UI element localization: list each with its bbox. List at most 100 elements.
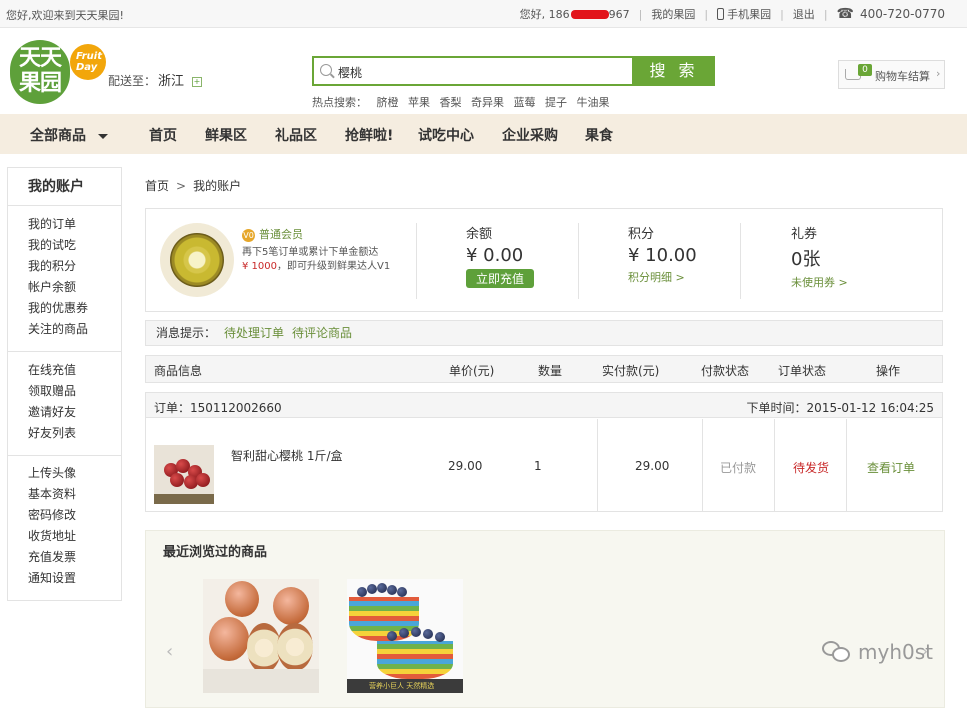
sidebar-item-recharge[interactable]: 在线充值 [8,360,121,381]
member-level-text: 普通会员 [259,228,303,241]
unit-price: 29.00 [448,459,483,473]
nav-all-products[interactable]: 全部商品 [30,125,108,145]
divider [416,223,417,299]
col-quantity: 数量 [538,364,563,378]
wechat-icon [822,641,852,663]
recently-viewed: 最近浏览过的商品 ‹ › 营养小巨人 天然精选 [145,530,945,708]
nav-tasting[interactable]: 试吃中心 [418,125,474,145]
caret-down-icon [98,133,108,139]
my-orchard-link[interactable]: 我的果园 [651,6,695,22]
avatar [160,223,234,297]
sidebar-item-invoice[interactable]: 充值发票 [8,547,121,568]
site-logo[interactable]: 天天果园 [10,40,70,104]
nav-flash-sale[interactable]: 抢鲜啦! [345,125,393,145]
nav-home[interactable]: 首页 [149,125,177,145]
sidebar-item-avatar[interactable]: 上传头像 [8,463,121,484]
notice-label: 消息提示： [156,326,217,340]
points-value: ¥ 10.00 [628,245,697,266]
col-order-status: 订单状态 [778,364,827,378]
account-summary: V0 普通会员 再下5笔订单或累计下单金额达 ¥ 1000，即可升级到鲜果达人V1… [145,208,943,312]
search-box [312,56,634,86]
hot-keyword[interactable]: 提子 [545,96,567,109]
mobile-orchard-link[interactable]: 手机果园 [727,6,771,22]
phone-tail: 967 [608,7,630,21]
nav-fruit-food[interactable]: 果食 [585,125,613,145]
sidebar-group-settings: 上传头像 基本资料 密码修改 收货地址 充值发票 通知设置 [8,463,121,589]
pending-orders-link[interactable]: 待处理订单 [224,326,284,340]
sidebar-item-notifications[interactable]: 通知设置 [8,568,121,589]
recharge-button[interactable]: 立即充值 [466,269,535,288]
ship-to-label: 配送至： [108,74,157,88]
sidebar-group-recharge: 在线充值 领取赠品 邀请好友 好友列表 [8,360,121,444]
product-name[interactable]: 智利甜心樱桃 1斤/盒 [231,447,343,464]
hotline-number: 400-720-0770 [859,7,945,21]
recently-viewed-title: 最近浏览过的商品 [163,545,268,560]
account-sidebar: 我的账户 我的订单 我的试吃 我的积分 帐户余额 我的优惠券 关注的商品 在线充… [7,167,122,601]
coupon-value: 0张 [791,249,821,270]
hot-keyword[interactable]: 牛油果 [577,96,610,109]
search-icon [320,64,332,76]
unused-coupon-link[interactable]: 未使用券 > [791,274,848,290]
cart-label: 购物车结算 [875,70,930,83]
hot-keyword[interactable]: 香梨 [440,96,462,109]
logout-link[interactable]: 退出 [793,6,815,22]
nav-all-label: 全部商品 [30,128,86,144]
paid-amount: 29.00 [635,459,670,473]
sidebar-item-balance[interactable]: 帐户余额 [8,277,121,298]
user-greeting: 您好, 186 [519,8,570,21]
sidebar-item-friends[interactable]: 好友列表 [8,423,121,444]
sidebar-item-favorites[interactable]: 关注的商品 [8,319,121,340]
cart-count: 0 [858,64,872,76]
sidebar-item-coupons[interactable]: 我的优惠券 [8,298,121,319]
telephone-icon: ☎ [836,6,854,22]
sidebar-group-orders: 我的订单 我的试吃 我的积分 帐户余额 我的优惠券 关注的商品 [8,214,121,340]
sidebar-item-points[interactable]: 我的积分 [8,256,121,277]
nav-gifts[interactable]: 礼品区 [275,125,317,145]
recent-product-blueberries[interactable]: 营养小巨人 天然精选 [347,579,463,693]
sidebar-item-address[interactable]: 收货地址 [8,526,121,547]
top-bar-links: 您好, 186 967 | 我的果园 | 手机果园 | 退出 | ☎ 400-7… [519,6,945,22]
points-detail-link[interactable]: 积分明细 > [628,269,697,285]
breadcrumb-home[interactable]: 首页 [145,179,169,193]
order-time-label: 下单时间： [746,401,807,415]
sidebar-item-trials[interactable]: 我的试吃 [8,235,121,256]
view-order-link[interactable]: 查看订单 [867,459,915,476]
search-button[interactable]: 搜 索 [633,56,715,86]
hot-keyword[interactable]: 蓝莓 [514,96,536,109]
member-level: V0 普通会员 [242,226,303,242]
nav-enterprise[interactable]: 企业采购 [502,125,558,145]
hot-keyword[interactable]: 奇异果 [471,96,504,109]
sidebar-item-profile[interactable]: 基本资料 [8,484,121,505]
nav-fresh-fruit[interactable]: 鲜果区 [205,125,247,145]
order-row: 订单：150112002660 下单时间：2015-01-12 16:04:25… [145,392,943,512]
divider [740,223,741,299]
points-label: 积分 [628,227,655,242]
pending-reviews-link[interactable]: 待评论商品 [292,326,352,340]
logo-text: 天天果园 [18,46,62,96]
cart-button[interactable]: 0 购物车结算 › [838,60,945,89]
coupon-label: 礼券 [791,227,818,242]
upgrade-hint-text: ，即可升级到鲜果达人V1 [277,261,391,272]
pay-status-cell: 已付款 [702,419,774,511]
sidebar-item-password[interactable]: 密码修改 [8,505,121,526]
ship-to[interactable]: 配送至： 浙江 + [108,70,203,89]
order-status: 待发货 [793,461,830,475]
hot-keyword[interactable]: 苹果 [408,96,430,109]
order-number-value: 150112002660 [190,401,282,415]
product-thumbnail[interactable] [154,445,214,504]
search-input[interactable] [338,62,628,82]
upgrade-hint-line1: 再下5笔订单或累计下单金额达 [242,247,379,258]
upgrade-amount: ¥ 1000 [242,261,277,272]
hot-keyword[interactable]: 脐橙 [377,96,399,109]
chevron-left-icon[interactable]: ‹ [166,641,173,662]
sidebar-item-gifts[interactable]: 领取赠品 [8,381,121,402]
recent-product-pears[interactable] [203,579,319,693]
message-notice: 消息提示： 待处理订单 待评论商品 [145,320,943,346]
expand-icon[interactable]: + [192,76,203,87]
sidebar-item-orders[interactable]: 我的订单 [8,214,121,235]
balance-label: 余额 [466,227,493,242]
top-bar: 您好,欢迎来到天天果园! 您好, 186 967 | 我的果园 | 手机果园 |… [0,0,967,28]
product-caption: 营养小巨人 天然精选 [347,679,463,693]
sidebar-item-invite[interactable]: 邀请好友 [8,402,121,423]
order-header: 订单：150112002660 下单时间：2015-01-12 16:04:25 [146,393,942,418]
